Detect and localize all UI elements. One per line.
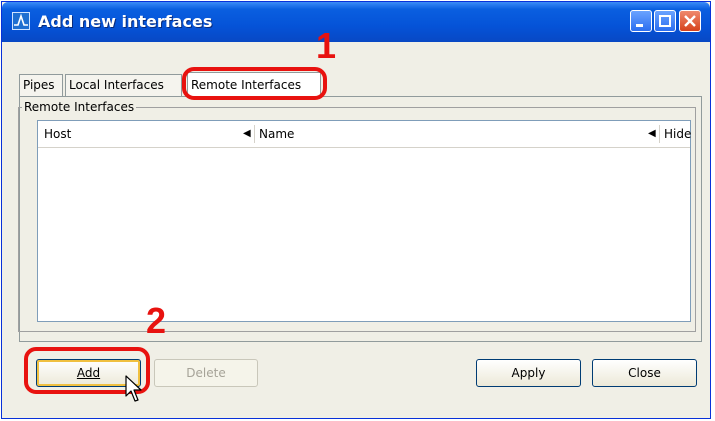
- title-bar[interactable]: Add new interfaces: [2, 2, 710, 42]
- triangle-left-icon[interactable]: ◀: [243, 121, 251, 147]
- wireshark-icon: [12, 12, 30, 30]
- column-host-header[interactable]: Host: [44, 121, 71, 147]
- delete-button-label: Delete: [186, 366, 226, 380]
- close-window-button[interactable]: [679, 10, 701, 32]
- tab-local-interfaces-label: Local Interfaces: [69, 78, 164, 92]
- table-header: Host ◀ Name ◀ Hide: [38, 121, 691, 148]
- column-hide-header[interactable]: Hide: [664, 121, 691, 147]
- tab-pipes-label: Pipes: [23, 78, 55, 92]
- step-2-marker: 2: [146, 300, 167, 341]
- tab-local-interfaces[interactable]: Local Interfaces: [65, 74, 182, 96]
- maximize-button[interactable]: [654, 10, 676, 32]
- mouse-pointer-icon: [125, 375, 143, 407]
- column-name-header[interactable]: Name: [259, 121, 294, 147]
- column-separator[interactable]: [254, 125, 255, 143]
- apply-button[interactable]: Apply: [476, 359, 581, 387]
- column-separator[interactable]: [659, 125, 660, 143]
- close-button[interactable]: Close: [592, 359, 697, 387]
- window-title: Add new interfaces: [38, 12, 213, 31]
- tab-pipes[interactable]: Pipes: [19, 74, 63, 96]
- remote-interfaces-table[interactable]: Host ◀ Name ◀ Hide: [37, 120, 691, 322]
- step-1-marker: 1: [316, 25, 337, 66]
- delete-button[interactable]: Delete: [154, 359, 258, 387]
- triangle-left-icon[interactable]: ◀: [648, 121, 656, 147]
- group-label: Remote Interfaces: [22, 99, 137, 115]
- minimize-button[interactable]: [630, 10, 652, 32]
- apply-button-label: Apply: [511, 366, 546, 380]
- highlight-remote-interfaces-tab: [182, 67, 327, 100]
- close-button-label: Close: [628, 366, 661, 380]
